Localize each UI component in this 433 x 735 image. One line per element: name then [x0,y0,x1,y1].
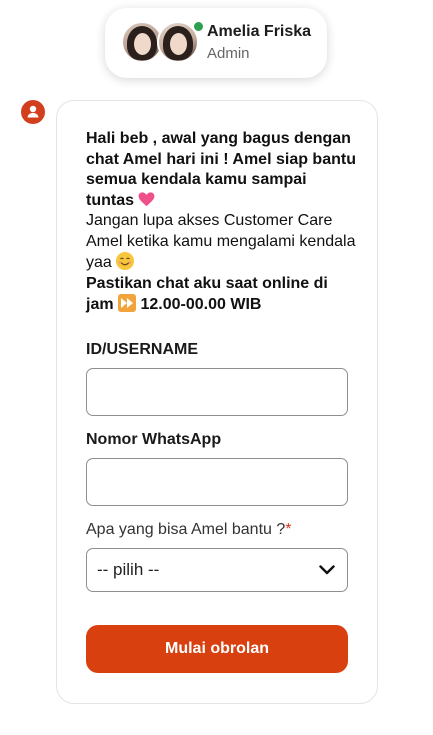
required-mark: * [285,521,292,538]
whatsapp-label: Nomor WhatsApp [86,431,222,448]
help-topic-select[interactable]: -- pilih -- [86,548,348,592]
smile-emoji-icon [116,252,135,270]
online-status-dot [192,20,205,33]
heart-emoji-icon [139,191,155,206]
user-icon [21,100,45,124]
agent-info: Amelia Friska Admin [207,22,311,64]
help-topic-selected-value: -- pilih -- [97,560,160,579]
fast-forward-emoji-icon [118,294,137,312]
prechat-form-card: Hali beb , awal yang bagus dengan chat A… [56,100,378,704]
welcome-message: Hali beb , awal yang bagus dengan chat A… [86,129,356,316]
agent-name: Amelia Friska [207,23,312,40]
username-label: ID/USERNAME [86,341,199,358]
agent-header: Amelia Friska Admin [105,8,327,78]
help-topic-label-text: Apa yang bisa Amel bantu ? [86,521,286,538]
whatsapp-input[interactable] [86,458,348,506]
online-hours-value: 12.00-00.00 WIB [140,296,262,313]
username-input[interactable] [86,368,348,416]
agent-role: Admin [207,45,250,62]
agent-avatars [121,19,205,67]
chevron-down-icon [319,565,335,575]
start-chat-button[interactable]: Mulai obrolan [86,625,348,673]
help-topic-label: Apa yang bisa Amel bantu ?* [86,521,291,539]
welcome-text-bold: Hali beb , awal yang bagus dengan chat A… [86,130,356,209]
